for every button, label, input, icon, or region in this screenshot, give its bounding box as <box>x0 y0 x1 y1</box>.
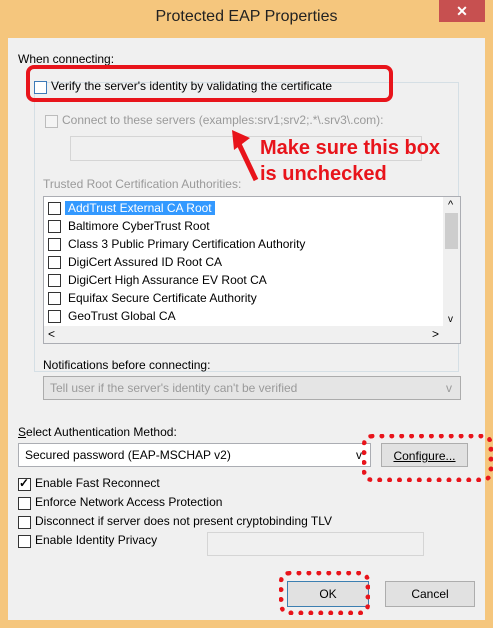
configure-highlight-box <box>362 434 493 482</box>
ca-list-item[interactable]: GeoTrust Global CA <box>48 308 438 326</box>
ca-label: AddTrust External CA Root <box>65 201 215 215</box>
cryptobinding-label[interactable]: Disconnect if server does not present cr… <box>35 514 332 528</box>
ok-highlight-box <box>279 571 370 615</box>
connect-servers-label: Connect to these servers (examples:srv1;… <box>62 113 384 127</box>
cancel-button[interactable]: Cancel <box>385 581 475 607</box>
annotation-text-line2: is unchecked <box>260 163 387 185</box>
trusted-ca-list[interactable]: AddTrust External CA Root Baltimore Cybe… <box>43 196 461 344</box>
ca-list-item[interactable]: DigiCert High Assurance EV Root CA <box>48 272 438 290</box>
cryptobinding-checkbox[interactable] <box>18 516 31 529</box>
ca-label: GeoTrust Global CA <box>68 309 176 323</box>
verify-highlight-box <box>26 65 393 102</box>
ca-label: Baltimore CyberTrust Root <box>68 219 210 233</box>
auth-method-value: Secured password (EAP-MSCHAP v2) <box>25 448 231 462</box>
connect-servers-checkbox[interactable] <box>45 115 58 128</box>
when-connecting-heading: When connecting: <box>18 52 115 66</box>
nap-label[interactable]: Enforce Network Access Protection <box>35 495 222 509</box>
window-title: Protected EAP Properties <box>155 8 338 25</box>
close-button[interactable]: ✕ <box>439 0 485 22</box>
scroll-left-icon[interactable]: < <box>48 327 55 341</box>
ca-checkbox[interactable] <box>48 256 61 269</box>
notifications-dropdown[interactable]: Tell user if the server's identity can't… <box>43 376 461 400</box>
identity-privacy-input[interactable] <box>207 532 424 556</box>
ca-checkbox[interactable] <box>48 274 61 287</box>
fast-reconnect-checkbox[interactable] <box>18 476 31 491</box>
annotation-text-line1: Make sure this box <box>260 137 441 159</box>
dialog-body: When connecting: Verify the server's ide… <box>8 38 485 620</box>
ca-checkbox[interactable] <box>48 202 61 215</box>
ca-vertical-scrollbar[interactable]: ^ v <box>443 197 460 326</box>
cancel-label: Cancel <box>411 587 449 601</box>
dialog-window: Protected EAP Properties ✕ When connecti… <box>0 0 493 628</box>
identity-privacy-checkbox[interactable] <box>18 535 31 548</box>
scroll-down-icon[interactable]: v <box>448 314 453 325</box>
ca-checkbox[interactable] <box>48 238 61 251</box>
ca-list-item[interactable]: Baltimore CyberTrust Root <box>48 218 438 236</box>
ca-label: DigiCert Assured ID Root CA <box>68 255 223 269</box>
title-bar[interactable]: Protected EAP Properties ✕ <box>0 0 493 38</box>
ca-checkbox[interactable] <box>48 220 61 233</box>
scroll-right-icon[interactable]: > <box>432 327 439 341</box>
auth-method-heading: Select Authentication Method: <box>18 425 177 439</box>
ca-label: DigiCert High Assurance EV Root CA <box>68 273 267 287</box>
ca-horizontal-scrollbar[interactable]: < > <box>44 326 443 343</box>
ca-checkbox[interactable] <box>48 292 61 305</box>
scroll-corner <box>443 326 460 343</box>
notifications-heading: Notifications before connecting: <box>43 358 211 372</box>
ca-checkbox[interactable] <box>48 310 61 323</box>
identity-privacy-label[interactable]: Enable Identity Privacy <box>35 533 157 547</box>
ca-list-item[interactable]: AddTrust External CA Root <box>48 200 438 218</box>
ca-list-item[interactable]: Equifax Secure Certificate Authority <box>48 290 438 308</box>
ca-label: Class 3 Public Primary Certification Aut… <box>68 237 306 251</box>
scroll-thumb[interactable] <box>445 213 458 249</box>
auth-method-dropdown[interactable]: Secured password (EAP-MSCHAP v2) v <box>18 443 371 467</box>
ca-list-item[interactable]: DigiCert Assured ID Root CA <box>48 254 438 272</box>
close-icon: ✕ <box>456 3 468 19</box>
trusted-ca-heading: Trusted Root Certification Authorities: <box>43 177 242 191</box>
notifications-value: Tell user if the server's identity can't… <box>50 381 298 395</box>
ca-list-item[interactable]: Class 3 Public Primary Certification Aut… <box>48 236 438 254</box>
fast-reconnect-label[interactable]: Enable Fast Reconnect <box>35 476 160 490</box>
ca-label: Equifax Secure Certificate Authority <box>68 291 257 305</box>
nap-checkbox[interactable] <box>18 497 31 510</box>
chevron-down-icon: v <box>446 381 452 395</box>
scroll-up-icon[interactable]: ^ <box>448 199 453 211</box>
